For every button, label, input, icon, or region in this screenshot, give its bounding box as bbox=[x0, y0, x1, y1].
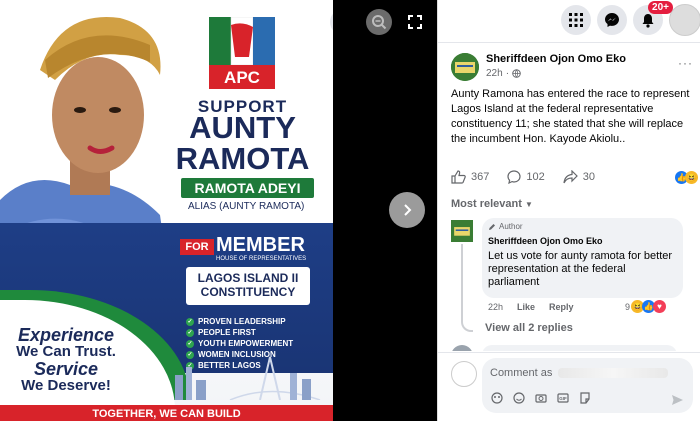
author-badge: Author bbox=[488, 222, 523, 231]
poster-member: MEMBER bbox=[216, 234, 305, 256]
love-reaction-icon: ♥ bbox=[653, 300, 667, 313]
fullscreen-icon bbox=[408, 15, 422, 29]
more-options-icon[interactable]: ··· bbox=[678, 56, 693, 70]
comment-time[interactable]: 22h bbox=[488, 302, 503, 312]
top-icons: 20+ bbox=[561, 1, 700, 36]
blurred-user-name bbox=[558, 368, 669, 378]
post-text: Aunty Ramona has entered the race to rep… bbox=[451, 88, 690, 145]
chevron-right-icon bbox=[404, 204, 412, 216]
share-icon bbox=[563, 170, 578, 184]
notification-badge: 20+ bbox=[648, 1, 673, 14]
thumbs-up-icon bbox=[451, 170, 466, 184]
haha-reaction-icon: 😆 bbox=[685, 171, 698, 184]
messenger-button[interactable] bbox=[597, 5, 627, 35]
apc-logo: APC bbox=[209, 17, 275, 89]
post-author-name[interactable]: Sheriffdeen Ojon Omo Eko bbox=[486, 53, 626, 65]
sticker-icon[interactable] bbox=[578, 391, 591, 404]
comment-reaction-count: 9 bbox=[625, 301, 631, 312]
bell-icon bbox=[642, 13, 654, 28]
comment-as-label: Comment as bbox=[490, 367, 553, 379]
poster-name-tag: RAMOTA ADEYI bbox=[181, 178, 314, 198]
comment-avatar[interactable] bbox=[451, 220, 473, 242]
menu-button[interactable] bbox=[561, 5, 591, 35]
author-avatar-image bbox=[451, 53, 479, 81]
composer-divider bbox=[438, 352, 700, 353]
like-stat[interactable]: 367 bbox=[451, 170, 489, 184]
comment-icon bbox=[507, 170, 521, 184]
lagos-skyline bbox=[175, 356, 321, 400]
author-badge-label: Author bbox=[499, 222, 523, 231]
reply-thread-line bbox=[461, 244, 473, 332]
post-time-text: 22h bbox=[486, 68, 503, 79]
poster-name-line1: AUNTY bbox=[189, 110, 296, 145]
notifications-button[interactable]: 20+ bbox=[633, 1, 673, 35]
comment-like-button[interactable]: Like bbox=[517, 302, 535, 312]
check-icon: ✓ bbox=[186, 339, 194, 348]
emoji-icon[interactable] bbox=[512, 391, 525, 404]
post-panel: 20+ Sheriffdeen Ojon Omo Eko 22h · ··· A… bbox=[437, 0, 700, 421]
poster-house: HOUSE OF REPRESENTATIVES bbox=[216, 256, 307, 262]
zoom-out-icon bbox=[372, 15, 387, 30]
globe-icon bbox=[512, 69, 521, 78]
reaction-summary[interactable]: 👍 😆 bbox=[675, 171, 698, 184]
poster-constituency-line2: CONSTITUENCY bbox=[200, 285, 296, 299]
comment-avatar-image bbox=[451, 220, 473, 242]
camera-icon[interactable] bbox=[534, 391, 547, 404]
comment-author-name[interactable]: Sheriffdeen Ojon Omo Eko bbox=[488, 236, 603, 246]
share-stat[interactable]: 30 bbox=[563, 170, 595, 184]
header-divider bbox=[438, 42, 700, 43]
comment-sort-label: Most relevant bbox=[451, 198, 522, 210]
poster-slogan-line2: We Can Trust. bbox=[16, 343, 116, 360]
apc-logo-text: APC bbox=[224, 68, 260, 87]
comment-actions: 22h Like Reply bbox=[488, 302, 574, 312]
zoom-out-button[interactable] bbox=[366, 9, 392, 35]
fullscreen-button[interactable] bbox=[402, 9, 428, 35]
comment-stat[interactable]: 102 bbox=[507, 170, 545, 184]
comment-reactions[interactable]: 9 😆 👍 ♥ bbox=[625, 300, 667, 313]
composer-avatar bbox=[451, 361, 477, 387]
comment-input-placeholder[interactable]: Comment as bbox=[490, 367, 669, 379]
next-comment-partial bbox=[451, 345, 681, 351]
share-count: 30 bbox=[582, 171, 595, 183]
gif-icon[interactable]: GIF bbox=[556, 391, 569, 404]
poster-name-line2: RAMOTA bbox=[175, 141, 310, 176]
account-avatar[interactable] bbox=[669, 4, 700, 36]
poster-constituency-line1: LAGOS ISLAND II bbox=[197, 271, 299, 285]
messenger-icon bbox=[605, 13, 619, 27]
poster-bullet: ✓ PROVEN LEADERSHIP bbox=[186, 317, 286, 326]
send-button[interactable] bbox=[671, 393, 684, 411]
author-avatar[interactable] bbox=[451, 53, 479, 81]
poster-bullet: ✓ YOUTH EMPOWERMENT bbox=[186, 339, 294, 348]
caret-down-icon: ▼ bbox=[524, 200, 533, 209]
photo-viewer[interactable]: APC SUPPORT AUNTY RAMOTA RAMOTA ADEYI AL… bbox=[0, 0, 333, 421]
poster-alias: ALIAS (AUNTY RAMOTA) bbox=[188, 201, 305, 212]
comment-text: Let us vote for aunty ramota for better … bbox=[488, 250, 673, 288]
svg-text:GIF: GIF bbox=[559, 396, 567, 401]
avatar-sticker-icon[interactable] bbox=[490, 391, 503, 404]
pencil-icon bbox=[489, 223, 495, 230]
post-timestamp[interactable]: 22h · bbox=[486, 68, 521, 79]
poster-slogan-line4: We Deserve! bbox=[21, 377, 111, 394]
post-stats: 367 102 30 bbox=[451, 170, 613, 184]
comment-count: 102 bbox=[526, 171, 545, 183]
poster-bullet: ✓ PEOPLE FIRST bbox=[186, 328, 256, 337]
poster-slogan: Experience We Can Trust. Service We Dese… bbox=[6, 326, 126, 394]
view-replies-link[interactable]: View all 2 replies bbox=[485, 322, 573, 334]
poster-constituency: LAGOS ISLAND II CONSTITUENCY bbox=[186, 267, 310, 305]
like-count: 367 bbox=[471, 171, 490, 183]
grid-menu-icon bbox=[569, 13, 583, 27]
poster-bottom-bar: TOGETHER, WE CAN BUILD bbox=[0, 405, 333, 421]
poster-for-badge: FOR bbox=[180, 239, 214, 255]
send-icon bbox=[672, 395, 683, 405]
comment-reply-button[interactable]: Reply bbox=[549, 302, 574, 312]
check-icon: ✓ bbox=[186, 317, 194, 326]
next-photo-button[interactable] bbox=[389, 192, 425, 228]
comment-sort-dropdown[interactable]: Most relevant ▼ bbox=[451, 198, 533, 210]
poster-slogan-line3: Service bbox=[33, 359, 99, 379]
poster-slogan-line1: Experience bbox=[17, 325, 115, 345]
check-icon: ✓ bbox=[186, 328, 194, 337]
composer-toolbar: GIF bbox=[490, 391, 591, 404]
